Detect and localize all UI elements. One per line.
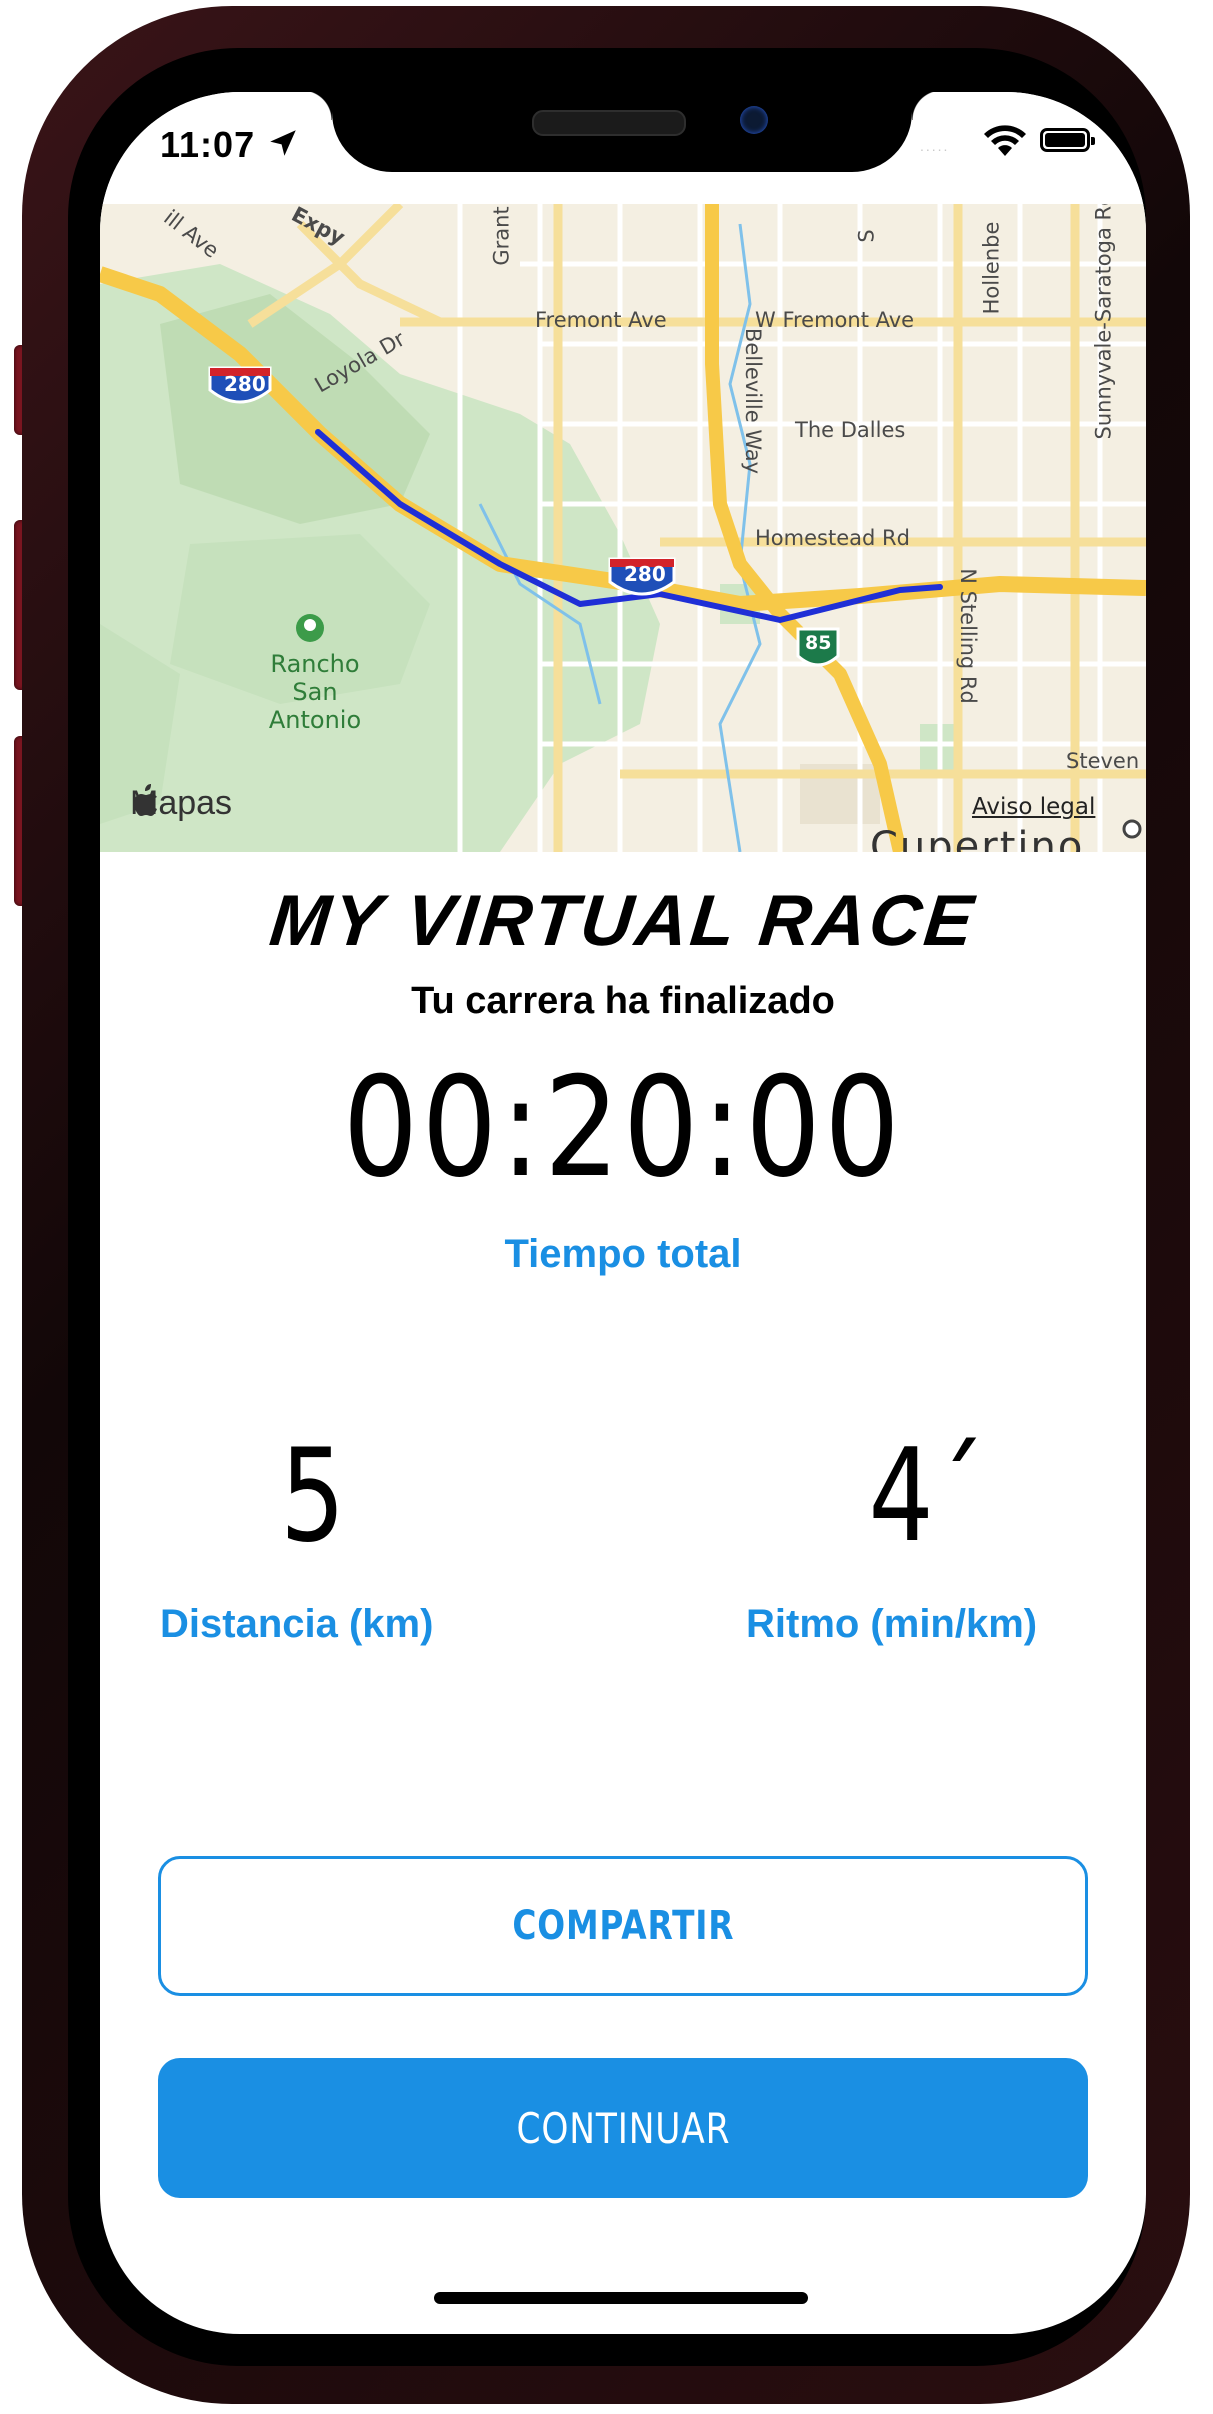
map-label-grant: Grant — [489, 206, 514, 266]
map-label-park: Rancho San Antonio — [268, 650, 362, 734]
status-time: 11:07 — [160, 124, 256, 165]
speaker-grille — [532, 110, 686, 136]
map-label-ca85: 85 — [805, 632, 832, 654]
route-map[interactable]: ill Ave Expy Grant Fremont Ave W Fremont… — [100, 204, 1146, 852]
race-finished-subtitle: Tu carrera ha finalizado — [411, 980, 835, 1022]
map-label-stevens: Steven — [1066, 749, 1140, 773]
map-label-belleville: Belleville Way — [741, 327, 766, 475]
map-label-s: S — [854, 229, 879, 243]
map-label-cupertino: Cupertino — [870, 824, 1085, 852]
phone-screen: 11:07 ..... ill Ave Expy Grant Fremont A… — [100, 92, 1146, 2334]
map-label-the-dalles: The Dalles — [795, 418, 906, 442]
map-label-homestead: Homestead Rd — [755, 526, 910, 550]
race-title: MY VIRTUAL RACE — [266, 881, 980, 961]
map-label-saratoga: Sunnyvale-Saratoga Rd — [1091, 204, 1116, 440]
total-time-label: Tiempo total — [504, 1232, 742, 1276]
legal-link[interactable]: Aviso legal — [972, 794, 1095, 820]
map-label-w-fremont: W Fremont Ave — [755, 308, 915, 332]
map-label-hollenbeck: Hollenbe — [979, 221, 1004, 315]
map-label-stelling: N Stelling Rd — [955, 568, 980, 704]
home-indicator[interactable] — [434, 2292, 808, 2304]
map-brand: Mapas — [130, 784, 232, 823]
share-button-label: COMPARTIR — [511, 1903, 735, 1949]
notch — [302, 92, 942, 172]
wifi-icon — [984, 125, 1026, 156]
location-arrow-icon — [270, 130, 296, 156]
status-bar: 11:07 ..... — [100, 92, 1146, 204]
front-camera — [740, 106, 768, 134]
distance-value: 5 — [280, 1422, 346, 1571]
map-label-i280-b: 280 — [624, 562, 666, 586]
pace-label: Ritmo (min/km) — [746, 1602, 1038, 1646]
distance-label: Distancia (km) — [160, 1602, 434, 1646]
map-label-fremont: Fremont Ave — [535, 308, 667, 332]
continue-button[interactable]: CONTINUAR — [158, 2058, 1088, 2198]
map-label-i280-a: 280 — [224, 372, 266, 396]
share-button[interactable]: COMPARTIR — [158, 1856, 1088, 1996]
apple-logo-icon — [134, 784, 157, 816]
signal-dots-icon: ..... — [920, 138, 950, 154]
battery-icon — [1040, 128, 1095, 152]
continue-button-label: CONTINUAR — [516, 2103, 730, 2153]
total-time-value: 00:20:00 — [342, 1047, 904, 1208]
pace-value: 4´ — [868, 1422, 985, 1571]
